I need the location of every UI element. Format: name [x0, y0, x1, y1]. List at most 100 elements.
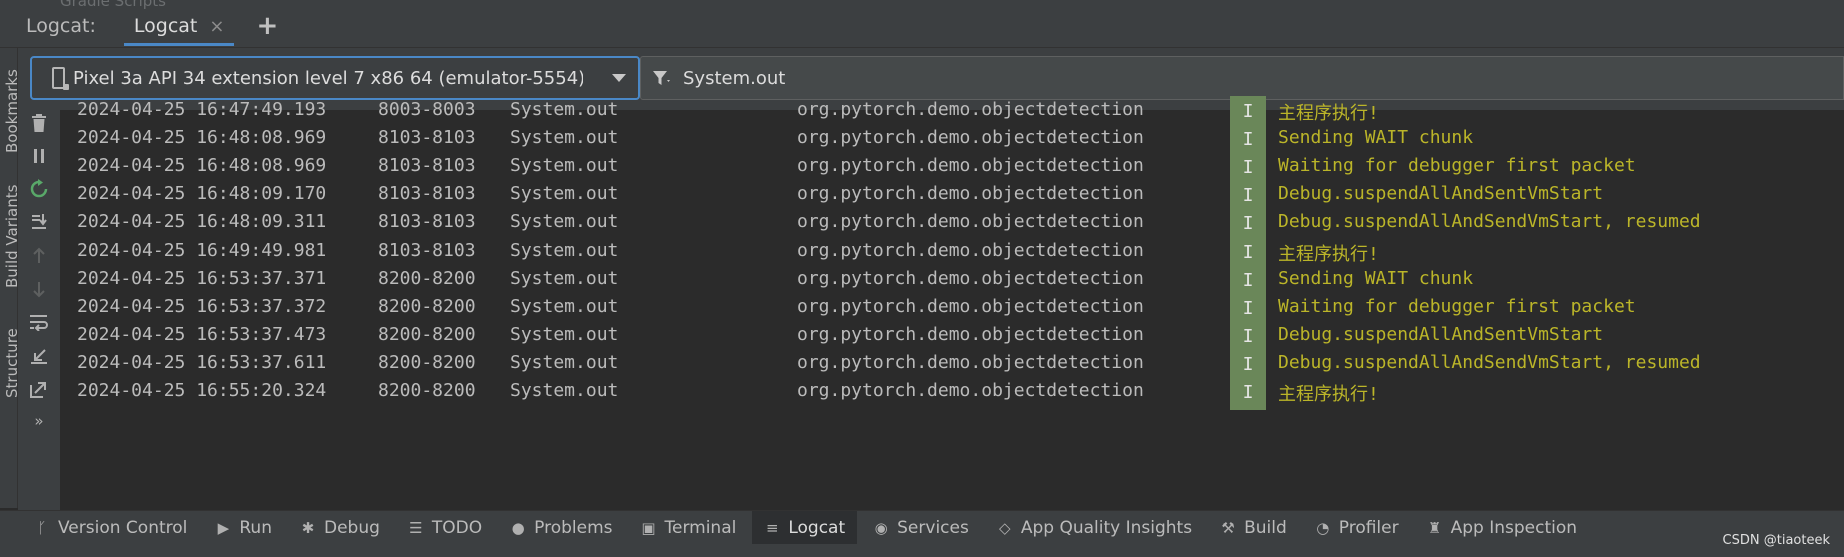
tool-window-title: Logcat:	[26, 15, 96, 37]
expand-icon[interactable]	[26, 376, 52, 402]
tool-label: App Inspection	[1450, 517, 1578, 538]
log-package: org.pytorch.demo.objectdetection	[797, 211, 1144, 233]
log-tag: System.out	[510, 155, 619, 177]
chevron-down-icon[interactable]	[612, 74, 626, 82]
logcat-icon: ≡	[766, 518, 779, 537]
tool-terminal[interactable]: ▣ Terminal	[629, 511, 749, 545]
log-tag: System.out	[510, 99, 619, 120]
tool-problems[interactable]: ● Problems	[498, 511, 624, 545]
log-message: Sending WAIT chunk	[1278, 267, 1474, 289]
tool-profiler[interactable]: ◔ Profiler	[1303, 511, 1411, 545]
log-timestamp: 2024-04-25 16:53:37.611	[77, 351, 327, 373]
log-pid: 8103-8103	[378, 211, 476, 233]
log-timestamp: 2024-04-25 16:53:37.372	[77, 295, 327, 317]
log-pid: 8200-8200	[378, 295, 476, 317]
filter-icon[interactable]	[651, 68, 671, 88]
bug-icon: ✱	[301, 518, 315, 537]
fold-icon[interactable]	[26, 343, 52, 369]
log-timestamp: 2024-04-25 16:48:08.969	[77, 127, 327, 149]
log-tag: System.out	[510, 295, 619, 317]
log-message: Waiting for debugger first packet	[1278, 155, 1636, 177]
hammer-icon: ⚒	[1221, 518, 1235, 537]
log-timestamp: 2024-04-25 16:48:08.969	[77, 155, 327, 177]
log-row[interactable]: 2024-04-25 16:55:20.324 8200-8200 System.o…	[60, 377, 1844, 410]
log-package: org.pytorch.demo.objectdetection	[797, 267, 1144, 289]
log-message: Debug.suspendAllAndSendVmStart, resumed	[1278, 211, 1701, 233]
device-selector[interactable]: Pixel 3a API 34 extension level 7 x86 64…	[30, 56, 640, 100]
log-pid: 8200-8200	[378, 323, 476, 345]
tool-build[interactable]: ⚒ Build	[1208, 511, 1299, 545]
add-tab-icon[interactable]: +	[256, 11, 278, 41]
logcat-output[interactable]: 2024-04-25 16:47:49.193 8003-8003 System.o…	[60, 96, 1844, 510]
device-icon	[52, 67, 69, 90]
tool-label: TODO	[431, 517, 483, 538]
tool-logcat[interactable]: ≡ Logcat	[752, 510, 858, 545]
arrow-up-icon[interactable]	[26, 243, 52, 269]
more-actions-icon[interactable]: »	[26, 408, 52, 434]
left-tool-strip: Bookmarks Build Variants Structure	[0, 48, 21, 508]
tab-bar: Logcat: Logcat × +	[0, 4, 278, 48]
tool-label: App Quality Insights	[1020, 517, 1193, 538]
scroll-to-end-icon[interactable]	[26, 209, 52, 235]
log-pid: 8103-8103	[378, 127, 476, 149]
tool-debug[interactable]: ✱ Debug	[288, 511, 392, 545]
log-package: org.pytorch.demo.objectdetection	[797, 155, 1144, 177]
log-level-badge: I	[1230, 377, 1266, 410]
tool-app-inspection[interactable]: ♜ App Inspection	[1415, 511, 1589, 545]
log-message: 主程序执行!	[1278, 103, 1379, 124]
log-tag: System.out	[510, 380, 619, 401]
run-icon: ▶	[217, 518, 230, 537]
diamond-icon: ◇	[999, 518, 1011, 537]
log-tag: System.out	[510, 211, 619, 233]
arrow-down-icon[interactable]	[26, 276, 52, 302]
log-package: org.pytorch.demo.objectdetection	[797, 99, 1144, 120]
log-tag: System.out	[510, 183, 619, 205]
soft-wrap-icon[interactable]	[26, 309, 52, 335]
log-timestamp: 2024-04-25 16:48:09.170	[77, 183, 327, 205]
log-package: org.pytorch.demo.objectdetection	[797, 323, 1144, 345]
log-package: org.pytorch.demo.objectdetection	[797, 380, 1144, 401]
log-tag: System.out	[510, 239, 619, 261]
log-message: 主程序执行!	[1278, 243, 1379, 265]
log-tag: System.out	[510, 323, 619, 345]
filter-input[interactable]: System.out	[640, 56, 1844, 100]
log-timestamp: 2024-04-25 16:53:37.371	[77, 267, 327, 289]
log-timestamp: 2024-04-25 16:49:49.981	[77, 239, 327, 261]
tool-run[interactable]: ▶ Run	[203, 511, 284, 545]
log-timestamp: 2024-04-25 16:53:37.473	[77, 323, 327, 345]
tool-app-quality-insights[interactable]: ◇ App Quality Insights	[985, 511, 1204, 545]
tool-label: Build	[1244, 517, 1287, 538]
log-message: Sending WAIT chunk	[1278, 127, 1474, 149]
log-message: Waiting for debugger first packet	[1278, 295, 1636, 317]
services-icon: ◉	[874, 518, 888, 537]
log-pid: 8200-8200	[378, 380, 476, 401]
log-pid: 8103-8103	[378, 183, 476, 205]
log-pid: 8103-8103	[378, 155, 476, 177]
log-package: org.pytorch.demo.objectdetection	[797, 239, 1144, 261]
log-message: 主程序执行!	[1278, 384, 1379, 405]
tool-version-control[interactable]: ᚴ Version Control	[22, 511, 199, 545]
log-tag: System.out	[510, 127, 619, 149]
tool-window-bar: ᚴ Version Control ▶ Run ✱ Debug ☰ TODO ● Problems…	[0, 510, 1844, 545]
clear-logcat-icon[interactable]	[26, 110, 52, 136]
log-pid: 8200-8200	[378, 267, 476, 289]
pause-icon[interactable]	[26, 143, 52, 169]
log-package: org.pytorch.demo.objectdetection	[797, 127, 1144, 149]
tool-services[interactable]: ◉ Services	[861, 511, 981, 545]
log-package: org.pytorch.demo.objectdetection	[797, 351, 1144, 373]
terminal-icon: ▣	[641, 518, 656, 537]
tool-label: Debug	[323, 517, 380, 538]
tool-label: Services	[897, 517, 969, 538]
restart-icon[interactable]	[26, 176, 52, 202]
tool-label: Run	[239, 517, 272, 538]
tab-logcat[interactable]: Logcat ×	[123, 4, 235, 48]
device-selector-value: Pixel 3a API 34 extension level 7 x86 64…	[73, 67, 583, 89]
tool-window-header: Gradle Scripts Logcat: Logcat × +	[0, 0, 1844, 48]
log-timestamp: 2024-04-25 16:55:20.324	[77, 380, 327, 401]
tool-label: Version Control	[58, 517, 188, 538]
log-pid: 8200-8200	[378, 351, 476, 373]
inspection-icon: ♜	[1427, 518, 1442, 537]
close-icon[interactable]: ×	[209, 16, 224, 37]
log-package: org.pytorch.demo.objectdetection	[797, 295, 1144, 317]
tool-todo[interactable]: ☰ TODO	[396, 511, 494, 545]
